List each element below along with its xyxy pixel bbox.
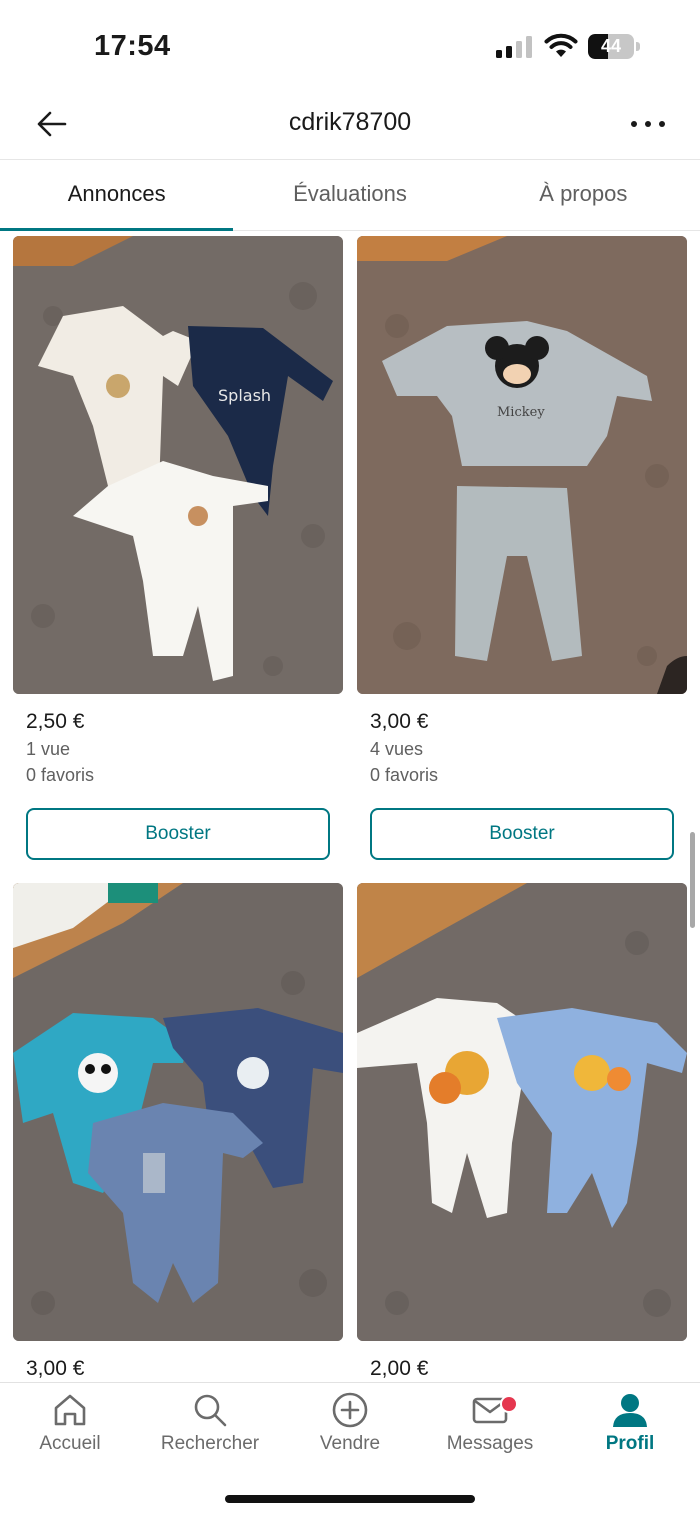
ellipsis-icon bbox=[631, 121, 665, 127]
nav-label: Profil bbox=[605, 1433, 655, 1454]
page-title: cdrik78700 bbox=[288, 108, 412, 136]
listing-card[interactable]: 3,00 € bbox=[13, 883, 343, 1381]
home-icon bbox=[54, 1394, 86, 1426]
nav-label: Messages bbox=[446, 1433, 534, 1454]
nav-accueil[interactable]: Accueil bbox=[0, 1391, 140, 1471]
tab-a-propos[interactable]: À propos bbox=[467, 161, 700, 230]
clothing-photo: Splash bbox=[13, 236, 343, 694]
battery-level: 44 bbox=[600, 36, 622, 56]
notification-badge bbox=[500, 1395, 518, 1413]
nav-vendre[interactable]: Vendre bbox=[280, 1391, 420, 1471]
listing-card[interactable]: Mickey 3,00 € 4 vues 0 favoris Booster bbox=[357, 236, 687, 860]
svg-text:Splash: Splash bbox=[218, 386, 271, 405]
listing-views: 1 vue bbox=[26, 739, 71, 759]
nav-profil[interactable]: Profil bbox=[560, 1391, 700, 1471]
listings-grid: Splash 2,50 € 1 vue 0 favoris Booster Mi… bbox=[13, 236, 687, 1382]
listing-price: 3,00 € bbox=[26, 1357, 85, 1380]
profile-header: cdrik78700 bbox=[0, 90, 700, 160]
plus-circle-icon bbox=[332, 1392, 368, 1428]
listing-card[interactable]: 2,00 € bbox=[357, 883, 687, 1381]
tab-evaluations[interactable]: Évaluations bbox=[233, 161, 466, 230]
profile-icon bbox=[613, 1394, 647, 1427]
scrollbar[interactable] bbox=[690, 832, 695, 928]
wifi-icon bbox=[544, 33, 578, 57]
nav-label: Rechercher bbox=[160, 1433, 260, 1454]
listing-photo[interactable]: Splash bbox=[13, 236, 343, 694]
nav-label: Accueil bbox=[39, 1433, 101, 1454]
nav-label: Vendre bbox=[319, 1433, 381, 1454]
nav-messages[interactable]: Messages bbox=[420, 1391, 560, 1471]
listing-views: 4 vues bbox=[370, 739, 424, 759]
listing-price: 2,50 € bbox=[26, 710, 85, 733]
status-time: 17:54 bbox=[94, 30, 171, 62]
search-icon bbox=[194, 1394, 227, 1427]
listing-price: 3,00 € bbox=[370, 710, 429, 733]
listing-photo[interactable] bbox=[357, 883, 687, 1341]
clothing-photo bbox=[357, 883, 687, 1341]
booster-button[interactable]: Booster bbox=[26, 808, 330, 860]
listing-favorites: 0 favoris bbox=[370, 765, 439, 785]
clothing-photo bbox=[13, 883, 343, 1341]
cellular-signal-icon bbox=[496, 36, 532, 58]
clothing-photo: Mickey bbox=[357, 236, 687, 694]
more-options-button[interactable] bbox=[626, 104, 670, 144]
status-bar: 17:54 44 bbox=[0, 0, 700, 90]
home-indicator bbox=[225, 1495, 475, 1503]
profile-tabs: Annonces Évaluations À propos bbox=[0, 161, 700, 231]
battery-icon: 44 bbox=[588, 34, 640, 59]
listing-card[interactable]: Splash 2,50 € 1 vue 0 favoris Booster bbox=[13, 236, 343, 860]
nav-rechercher[interactable]: Rechercher bbox=[140, 1391, 280, 1471]
listing-photo[interactable] bbox=[13, 883, 343, 1341]
listing-price: 2,00 € bbox=[370, 1357, 429, 1380]
listing-photo[interactable]: Mickey bbox=[357, 236, 687, 694]
tab-annonces[interactable]: Annonces bbox=[0, 161, 234, 231]
booster-button[interactable]: Booster bbox=[370, 808, 674, 860]
listing-favorites: 0 favoris bbox=[26, 765, 95, 785]
svg-text:Mickey: Mickey bbox=[497, 405, 545, 420]
